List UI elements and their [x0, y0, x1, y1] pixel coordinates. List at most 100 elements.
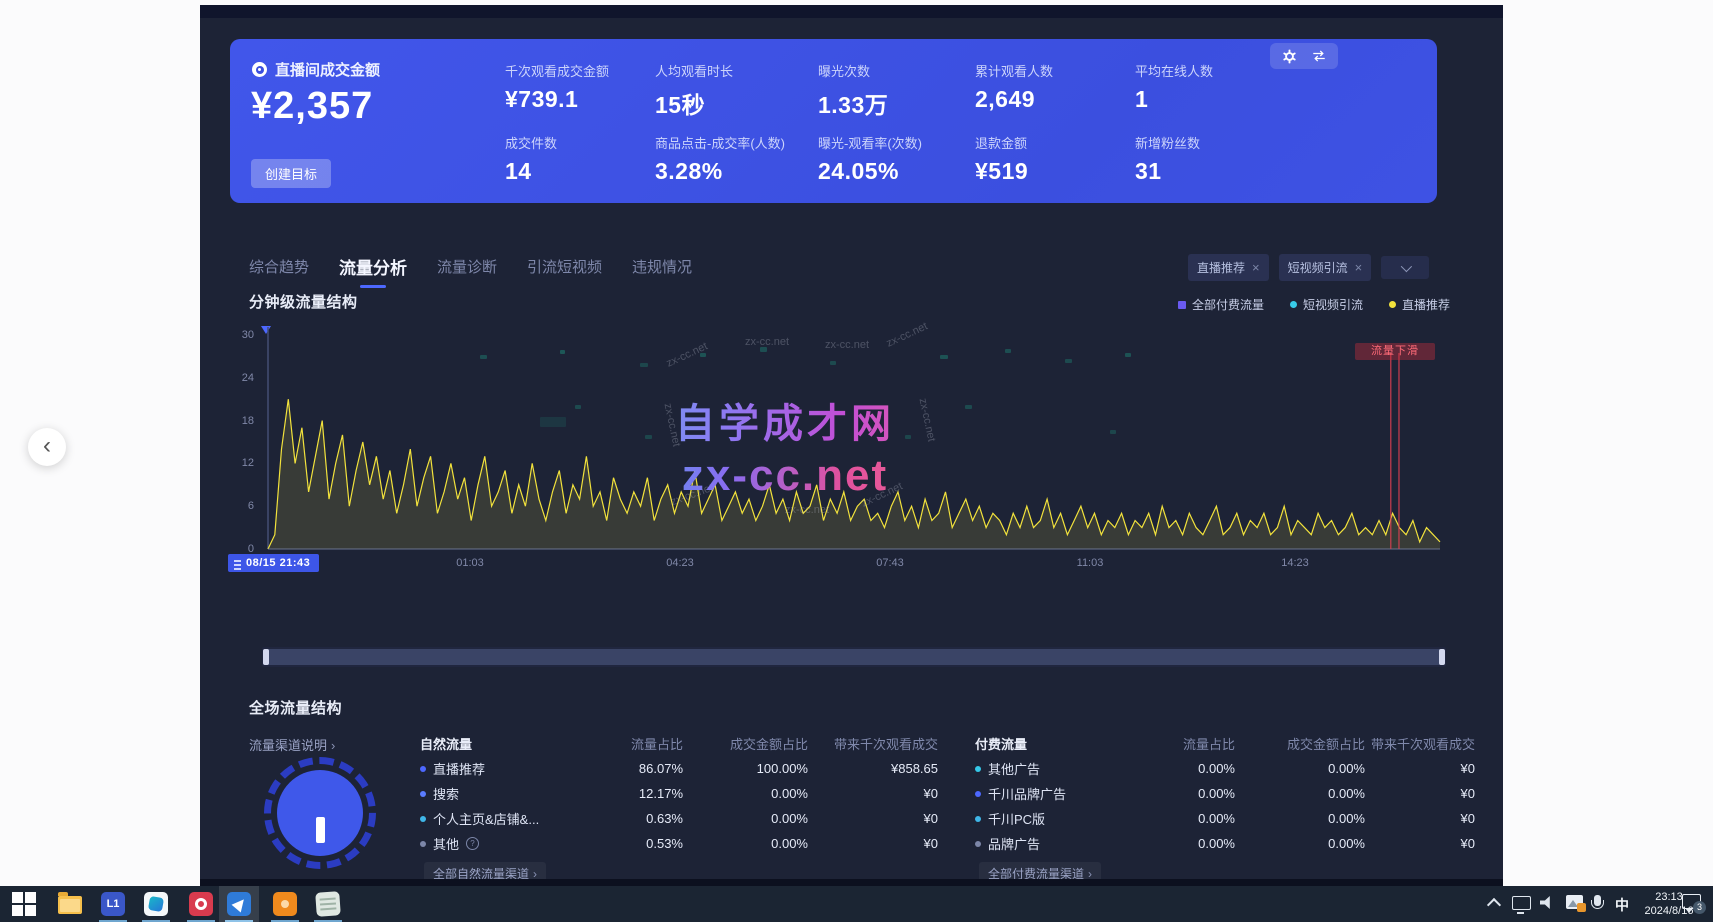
close-icon[interactable]: ×	[1252, 263, 1260, 273]
artifact-speck	[640, 363, 648, 367]
filter-tag-live-recommend[interactable]: 直播推荐 ×	[1188, 254, 1269, 281]
series-dot	[420, 766, 426, 772]
metric-card: 累计观看人数 2,649	[975, 61, 1135, 113]
gear-icon[interactable]	[1282, 49, 1297, 64]
chart-range-slider[interactable]	[262, 647, 1446, 667]
table-header: 自然流量 流量占比 成交金额占比 带来千次观看成交	[420, 731, 938, 756]
artifact-speck	[905, 435, 911, 439]
legend-square-icon	[1178, 301, 1186, 309]
artifact-speck	[965, 405, 972, 409]
create-goal-button[interactable]: 创建目标	[251, 159, 331, 188]
chevron-down-icon	[1401, 260, 1412, 271]
table-row[interactable]: 其他广告 0.00% 0.00% ¥0	[975, 756, 1475, 781]
l1-app-icon: L1	[101, 892, 125, 916]
metric-card: 人均观看时长 15秒	[655, 61, 815, 120]
taskbar-app-file-explorer[interactable]	[58, 891, 84, 917]
window-bottom-strip	[200, 879, 1503, 886]
microphone-icon[interactable]	[1594, 895, 1601, 906]
tab-violations[interactable]: 违规情况	[632, 256, 692, 277]
table-header: 付费流量 流量占比 成交金额占比 带来千次观看成交	[975, 731, 1475, 756]
taskbar-app-l1[interactable]: L1	[100, 891, 126, 917]
table-row[interactable]: 个人主页&店铺&... 0.63% 0.00% ¥0	[420, 806, 938, 831]
artifact-speck	[560, 350, 565, 354]
x-tick: 14:23	[1265, 557, 1325, 569]
channel-note-link[interactable]: 流量渠道说明›	[249, 735, 335, 754]
legend-dot-icon	[1389, 301, 1396, 308]
table-row[interactable]: 千川品牌广告 0.00% 0.00% ¥0	[975, 781, 1475, 806]
artifact-speck	[700, 353, 706, 357]
window-top-bar	[200, 5, 1503, 18]
table-row[interactable]: 直播推荐 86.07% 100.00% ¥858.65	[420, 756, 938, 781]
slider-track[interactable]	[264, 649, 1444, 665]
artifact-speck	[645, 435, 652, 439]
metric-card: 曝光次数 1.33万	[818, 61, 978, 120]
notification-badge: 3	[1693, 901, 1706, 914]
volume-icon[interactable]	[1540, 896, 1554, 909]
traffic-alert-badge[interactable]: 流量下滑	[1355, 343, 1435, 360]
minute-traffic-chart[interactable]	[260, 323, 1450, 561]
metric-card: 曝光-观看率(次数) 24.05%	[818, 133, 978, 185]
legend-dot-icon	[1290, 301, 1297, 308]
table-row[interactable]: 品牌广告 0.00% 0.00% ¥0	[975, 831, 1475, 856]
orange-app-icon	[273, 892, 297, 916]
tab-traffic-diagnosis[interactable]: 流量诊断	[437, 256, 497, 277]
taskbar-app-red[interactable]	[188, 891, 214, 917]
slider-handle-left[interactable]	[263, 649, 269, 665]
series-dot	[975, 841, 981, 847]
artifact-speck	[1065, 359, 1072, 363]
taskbar-app-orange[interactable]	[272, 891, 298, 917]
donut-fill	[277, 770, 363, 856]
metric-card: 千次观看成交金额 ¥739.1	[505, 61, 665, 113]
network-icon[interactable]	[1512, 896, 1531, 910]
back-button[interactable]: ‹	[28, 428, 66, 466]
slider-handle-right[interactable]	[1439, 649, 1445, 665]
taskbar-app-blue-active[interactable]	[226, 891, 252, 917]
artifact-speck	[940, 355, 948, 359]
table-row[interactable]: 千川PC版 0.00% 0.00% ¥0	[975, 806, 1475, 831]
tab-bar: 综合趋势 流量分析 流量诊断 引流短视频 违规情况	[249, 253, 692, 279]
folder-icon	[58, 896, 82, 914]
minute-section-title: 分钟级流量结构	[249, 291, 358, 312]
banner-tools	[1270, 43, 1338, 69]
info-icon[interactable]: ?	[466, 837, 479, 850]
snipping-tool-icon[interactable]	[1566, 895, 1583, 909]
metric-card: 平均在线人数 1	[1135, 61, 1295, 113]
legend-item-live-recommend[interactable]: 直播推荐	[1389, 296, 1450, 313]
table-row[interactable]: 其他? 0.53% 0.00% ¥0	[420, 831, 938, 856]
x-axis-start-label: 08/15 21:43	[228, 554, 319, 572]
series-dot	[420, 816, 426, 822]
artifact-speck	[1110, 430, 1116, 434]
legend-item-paid[interactable]: 全部付费流量	[1178, 296, 1264, 313]
start-button[interactable]	[12, 891, 38, 917]
artifact-speck	[575, 405, 581, 409]
taskbar-app-teal[interactable]	[143, 891, 169, 917]
artifact-speck	[1125, 353, 1131, 357]
ime-indicator[interactable]: 中	[1615, 895, 1629, 915]
banner-title-label: 直播间成交金额	[275, 59, 380, 80]
gmv-banner: 直播间成交金额 ¥2,357 创建目标 千次观看成交金额 ¥739.1 人均观看…	[230, 39, 1437, 203]
swap-icon[interactable]	[1311, 49, 1327, 63]
x-tick: 04:23	[650, 557, 710, 569]
x-tick: 11:03	[1060, 557, 1120, 569]
close-icon[interactable]: ×	[1355, 263, 1363, 273]
taskbar-app-notepad[interactable]	[315, 891, 341, 917]
line-chart-svg	[260, 323, 1450, 561]
metric-card: 新增粉丝数 31	[1135, 133, 1295, 185]
artifact-speck	[480, 355, 487, 359]
chevron-right-icon: ›	[331, 738, 335, 753]
tab-short-video[interactable]: 引流短视频	[527, 256, 602, 277]
natural-traffic-table: 自然流量 流量占比 成交金额占比 带来千次观看成交 直播推荐 86.07% 10…	[420, 731, 938, 856]
filter-tag-short-video[interactable]: 短视频引流 ×	[1279, 254, 1372, 281]
notepad-app-icon	[315, 891, 341, 917]
tab-traffic-analysis[interactable]: 流量分析	[339, 254, 407, 279]
legend-item-short-video[interactable]: 短视频引流	[1290, 296, 1363, 313]
red-ring-app-icon	[189, 892, 213, 916]
notification-center-icon[interactable]: 3	[1682, 894, 1702, 910]
flow-section-title: 全场流量结构	[249, 697, 342, 718]
tab-comprehensive-trend[interactable]: 综合趋势	[249, 256, 309, 277]
filter-dropdown[interactable]	[1381, 256, 1429, 279]
banner-title: 直播间成交金额	[252, 59, 380, 80]
tray-expand-icon[interactable]	[1487, 898, 1501, 912]
metric-card: 商品点击-成交率(人数) 3.28%	[655, 133, 815, 185]
table-row[interactable]: 搜索 12.17% 0.00% ¥0	[420, 781, 938, 806]
